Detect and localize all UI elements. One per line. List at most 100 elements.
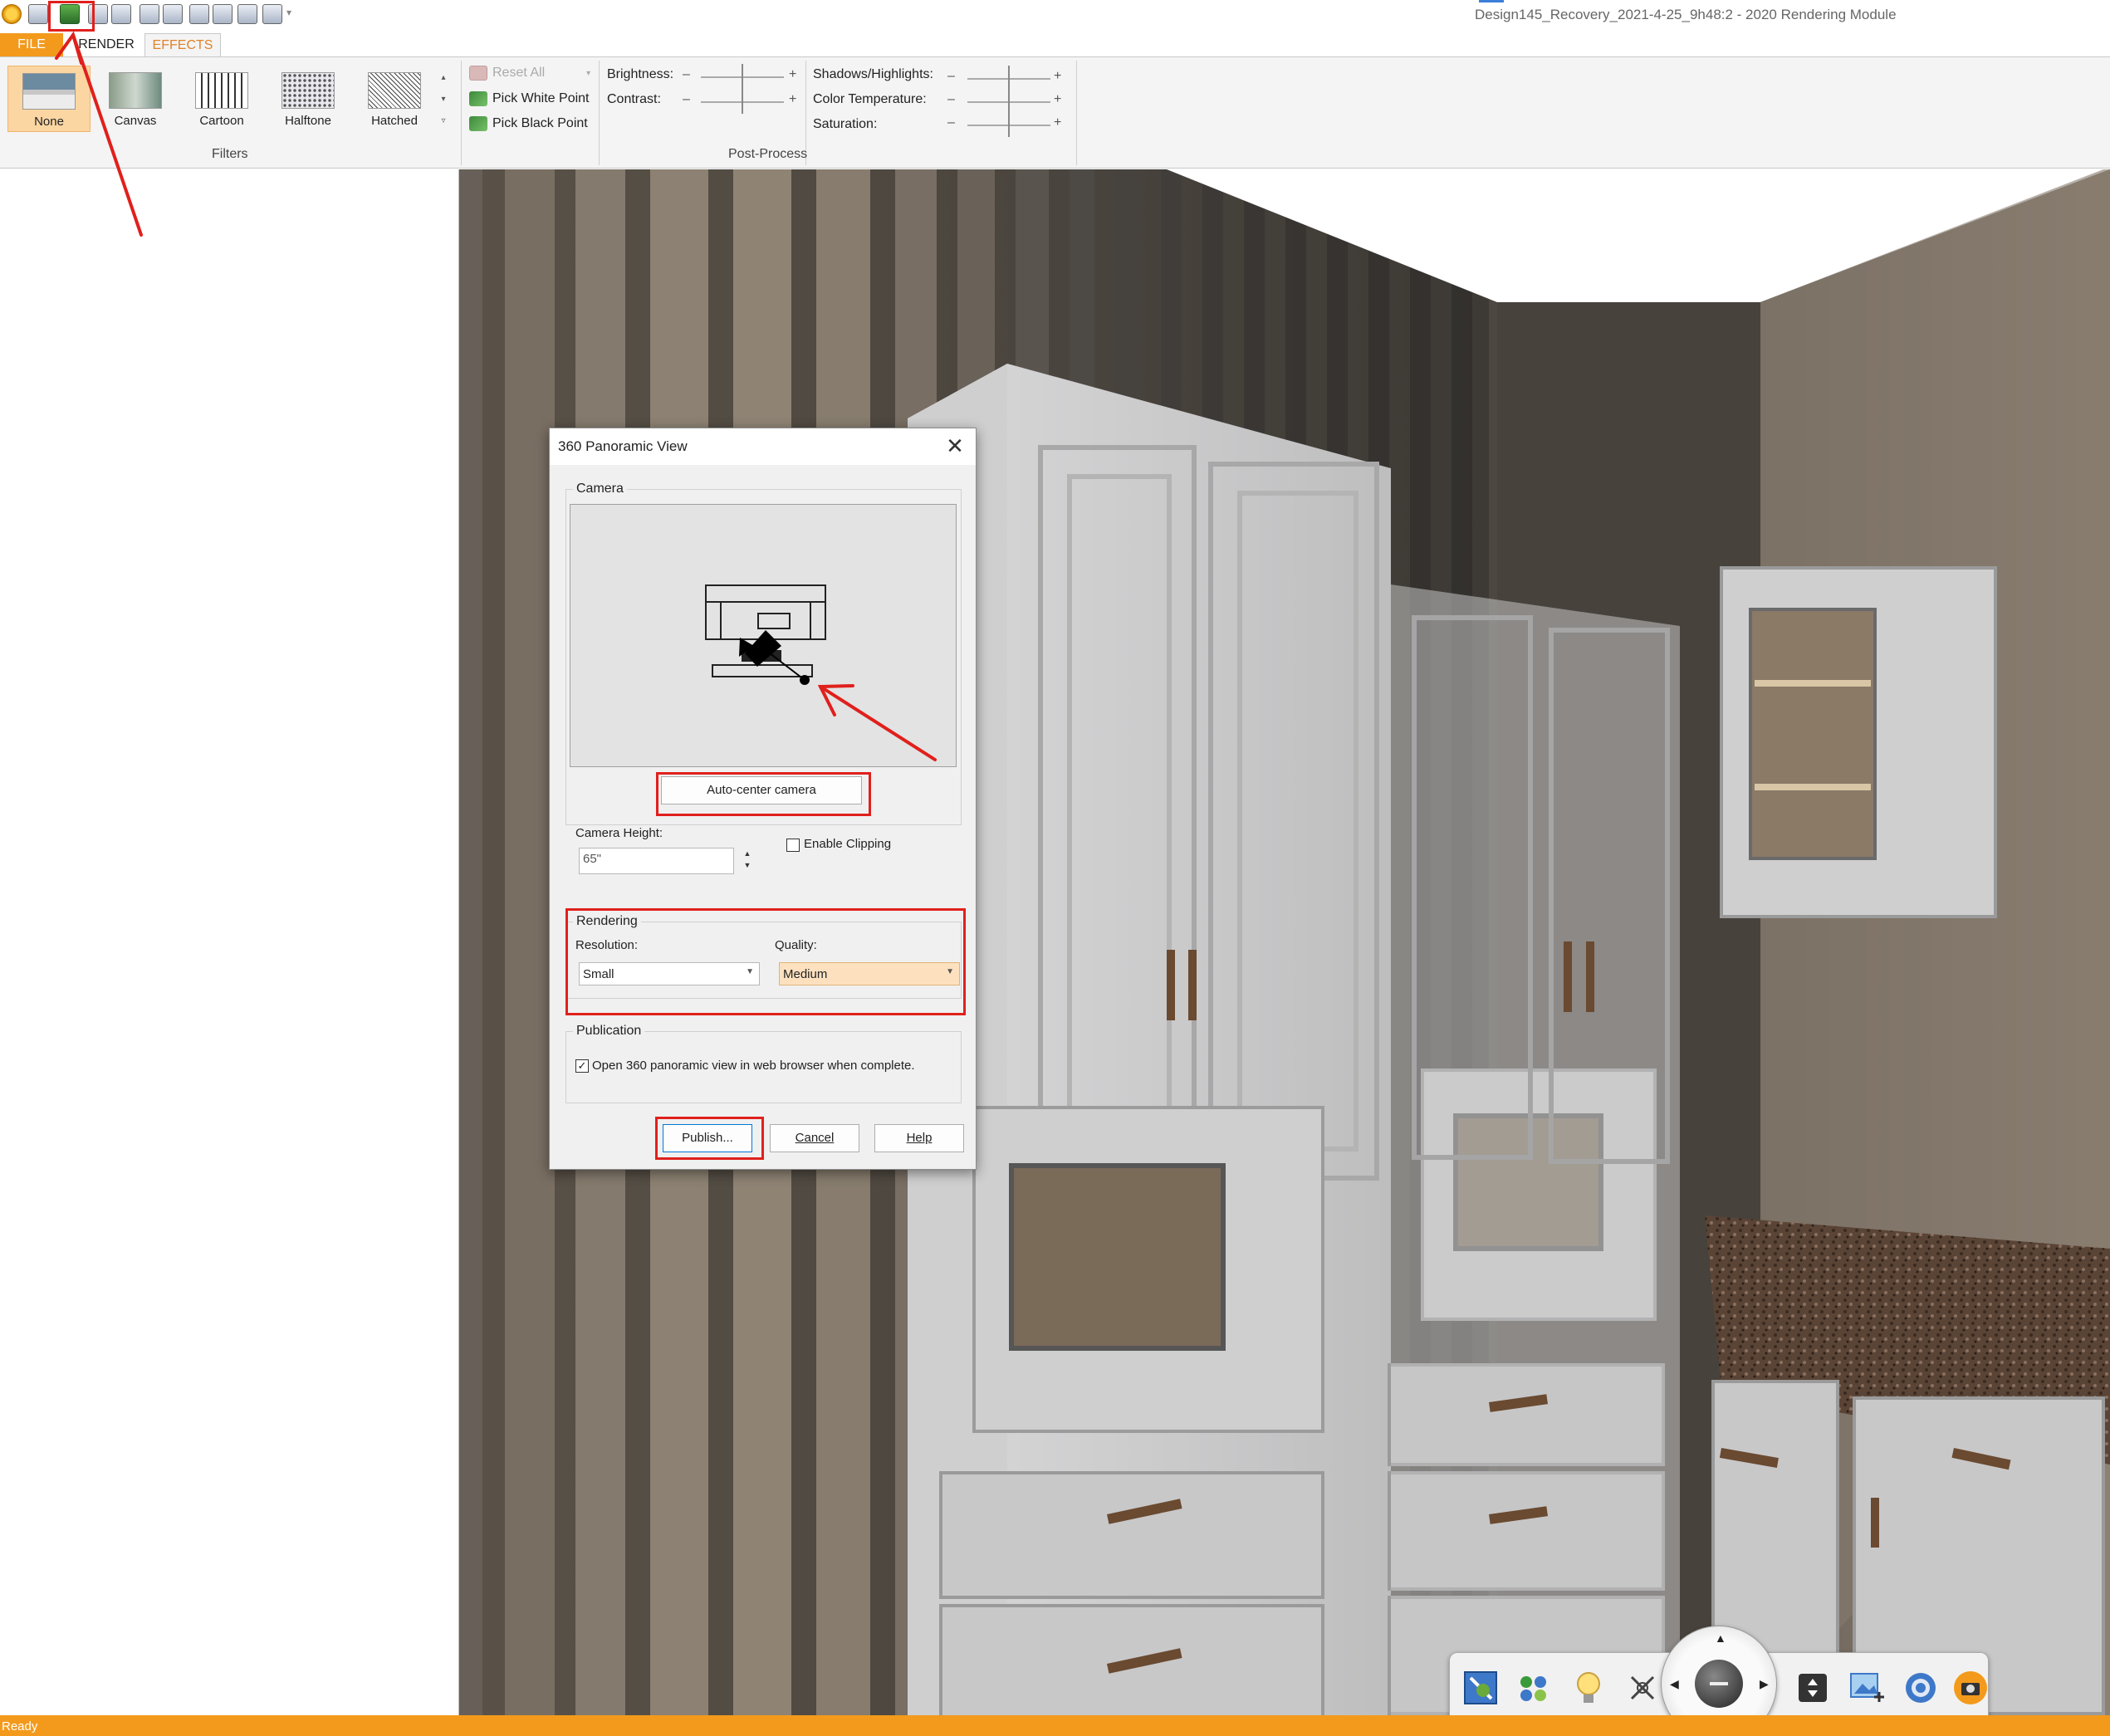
help-icon[interactable] [262, 4, 282, 24]
contrast-increase[interactable]: + [789, 92, 796, 107]
slider-thumb[interactable] [1008, 66, 1010, 90]
quality-select[interactable]: Medium ▼ [779, 962, 960, 985]
filter-halftone[interactable]: Halftone [267, 66, 350, 132]
temperature-increase[interactable]: + [1054, 92, 1061, 107]
close-icon[interactable]: ✕ [942, 433, 967, 458]
help-button[interactable]: Help [874, 1124, 964, 1152]
filter-none[interactable]: None [7, 66, 91, 132]
camera-preview[interactable] [570, 504, 957, 767]
camera-height-label: Camera Height: [575, 826, 663, 840]
ribbon-separator [599, 61, 600, 165]
pick-black-point-button[interactable]: Pick Black Point [469, 116, 588, 131]
zoom-extents-icon[interactable] [1458, 1665, 1503, 1710]
enable-clipping-label: Enable Clipping [804, 837, 892, 851]
pan-right-icon[interactable]: ▶ [1760, 1677, 1769, 1691]
filter-label: Halftone [285, 114, 331, 128]
filter-hatched[interactable]: Hatched [353, 66, 436, 132]
print-preview-icon[interactable] [111, 4, 131, 24]
slider-thumb[interactable] [742, 89, 743, 114]
brightness-decrease[interactable]: – [683, 67, 690, 82]
materials-icon[interactable] [1512, 1665, 1557, 1710]
dialog-title: 360 Panoramic View [558, 438, 688, 454]
image-export-icon[interactable] [1844, 1665, 1889, 1710]
zoom-out-icon[interactable] [1695, 1660, 1743, 1708]
status-text: Ready [2, 1719, 38, 1734]
app-icon[interactable] [2, 4, 22, 24]
ribbon-tabs: FILE RENDER EFFECTS [0, 32, 2110, 56]
export-icon[interactable] [140, 4, 159, 24]
saturation-label: Saturation: [813, 117, 878, 131]
customize-dropdown-icon[interactable]: ▾ [286, 7, 291, 18]
enable-clipping-checkbox[interactable] [786, 839, 800, 852]
saturation-decrease[interactable]: – [947, 115, 955, 130]
contrast-slider[interactable]: – + [683, 89, 803, 114]
gallery-scroll[interactable]: ▴ ▾ ▿ [437, 67, 450, 134]
filters-group-label: Filters [212, 147, 248, 161]
eyedropper-black-icon [469, 116, 487, 131]
pick-white-point-button[interactable]: Pick White Point [469, 91, 589, 106]
stepper-up-icon[interactable]: ▲ [739, 848, 756, 859]
publication-group-label: Publication [573, 1024, 645, 1039]
auto-center-camera-button[interactable]: Auto-center camera [661, 776, 862, 804]
resolution-select[interactable]: Small ▼ [579, 962, 760, 985]
saturation-slider[interactable]: – + [947, 112, 1068, 137]
scroll-up-icon[interactable]: ▴ [437, 67, 450, 89]
paste-icon[interactable] [213, 4, 233, 24]
scroll-down-icon[interactable]: ▾ [437, 89, 450, 110]
title-bar: ▾ Design145_Recovery_2021-4-25_9h48:2 - … [0, 0, 2110, 32]
tab-effects[interactable]: EFFECTS [144, 33, 221, 56]
brightness-increase[interactable]: + [789, 67, 796, 82]
chevron-down-icon: ▼ [946, 967, 954, 976]
brightness-slider[interactable]: – + [683, 64, 803, 89]
temperature-decrease[interactable]: – [947, 92, 955, 107]
filter-cartoon[interactable]: Cartoon [180, 66, 263, 132]
rendering-group-label: Rendering [573, 914, 641, 929]
contrast-decrease[interactable]: – [683, 92, 690, 107]
pan-up-icon[interactable]: ▲ [1715, 1631, 1726, 1645]
slider-thumb[interactable] [1008, 112, 1010, 137]
slider-thumb[interactable] [742, 64, 743, 89]
slider-thumb[interactable] [1008, 89, 1010, 114]
panoramic-view-dialog: 360 Panoramic View ✕ Camera Auto-center … [549, 428, 977, 1170]
reset-icon [469, 66, 487, 81]
ribbon-separator [1076, 61, 1077, 165]
quality-value: Medium [783, 967, 828, 981]
tab-file[interactable]: FILE [0, 33, 63, 56]
pan-left-icon[interactable]: ◀ [1670, 1677, 1679, 1691]
shadows-increase[interactable]: + [1054, 69, 1061, 84]
stepper-down-icon[interactable]: ▼ [739, 859, 756, 871]
camera-icon[interactable] [237, 4, 257, 24]
lighting-icon[interactable] [1566, 1665, 1611, 1710]
saturation-increase[interactable]: + [1054, 115, 1061, 130]
contrast-label: Contrast: [607, 92, 661, 106]
orbit-icon[interactable] [1620, 1665, 1665, 1710]
panoramic-icon[interactable] [60, 4, 80, 24]
pick-white-point-label: Pick White Point [492, 91, 590, 105]
color-temperature-label: Color Temperature: [813, 92, 927, 106]
resolution-label: Resolution: [575, 938, 639, 952]
settings-icon[interactable] [1898, 1665, 1943, 1710]
expand-gallery-icon[interactable]: ▿ [437, 110, 450, 132]
reset-all-button[interactable]: Reset All ▾ [469, 66, 590, 81]
page-icon[interactable] [163, 4, 183, 24]
color-temperature-slider[interactable]: – + [947, 89, 1068, 114]
open-browser-checkbox[interactable]: ✓ [575, 1059, 589, 1073]
print-icon[interactable] [88, 4, 108, 24]
fit-view-icon[interactable] [1790, 1665, 1835, 1710]
camera-snapshot-icon[interactable] [1948, 1665, 1993, 1710]
camera-height-field[interactable]: 65" [579, 848, 734, 874]
tab-render[interactable]: RENDER [68, 33, 144, 56]
filter-canvas[interactable]: Canvas [94, 66, 177, 132]
quality-label: Quality: [775, 938, 817, 952]
cancel-button[interactable]: Cancel [770, 1124, 859, 1152]
save-icon[interactable] [28, 4, 48, 24]
open-browser-label: Open 360 panoramic view in web browser w… [592, 1059, 915, 1073]
window-title: Design145_Recovery_2021-4-25_9h48:2 - 20… [1475, 7, 1897, 22]
resolution-value: Small [583, 967, 614, 981]
publish-button[interactable]: Publish... [663, 1124, 752, 1152]
shadows-decrease[interactable]: – [947, 69, 955, 84]
camera-height-stepper[interactable]: ▲ ▼ [739, 848, 756, 871]
copy-icon[interactable] [189, 4, 209, 24]
shadows-highlights-label: Shadows/Highlights: [813, 67, 933, 81]
shadows-highlights-slider[interactable]: – + [947, 66, 1068, 90]
